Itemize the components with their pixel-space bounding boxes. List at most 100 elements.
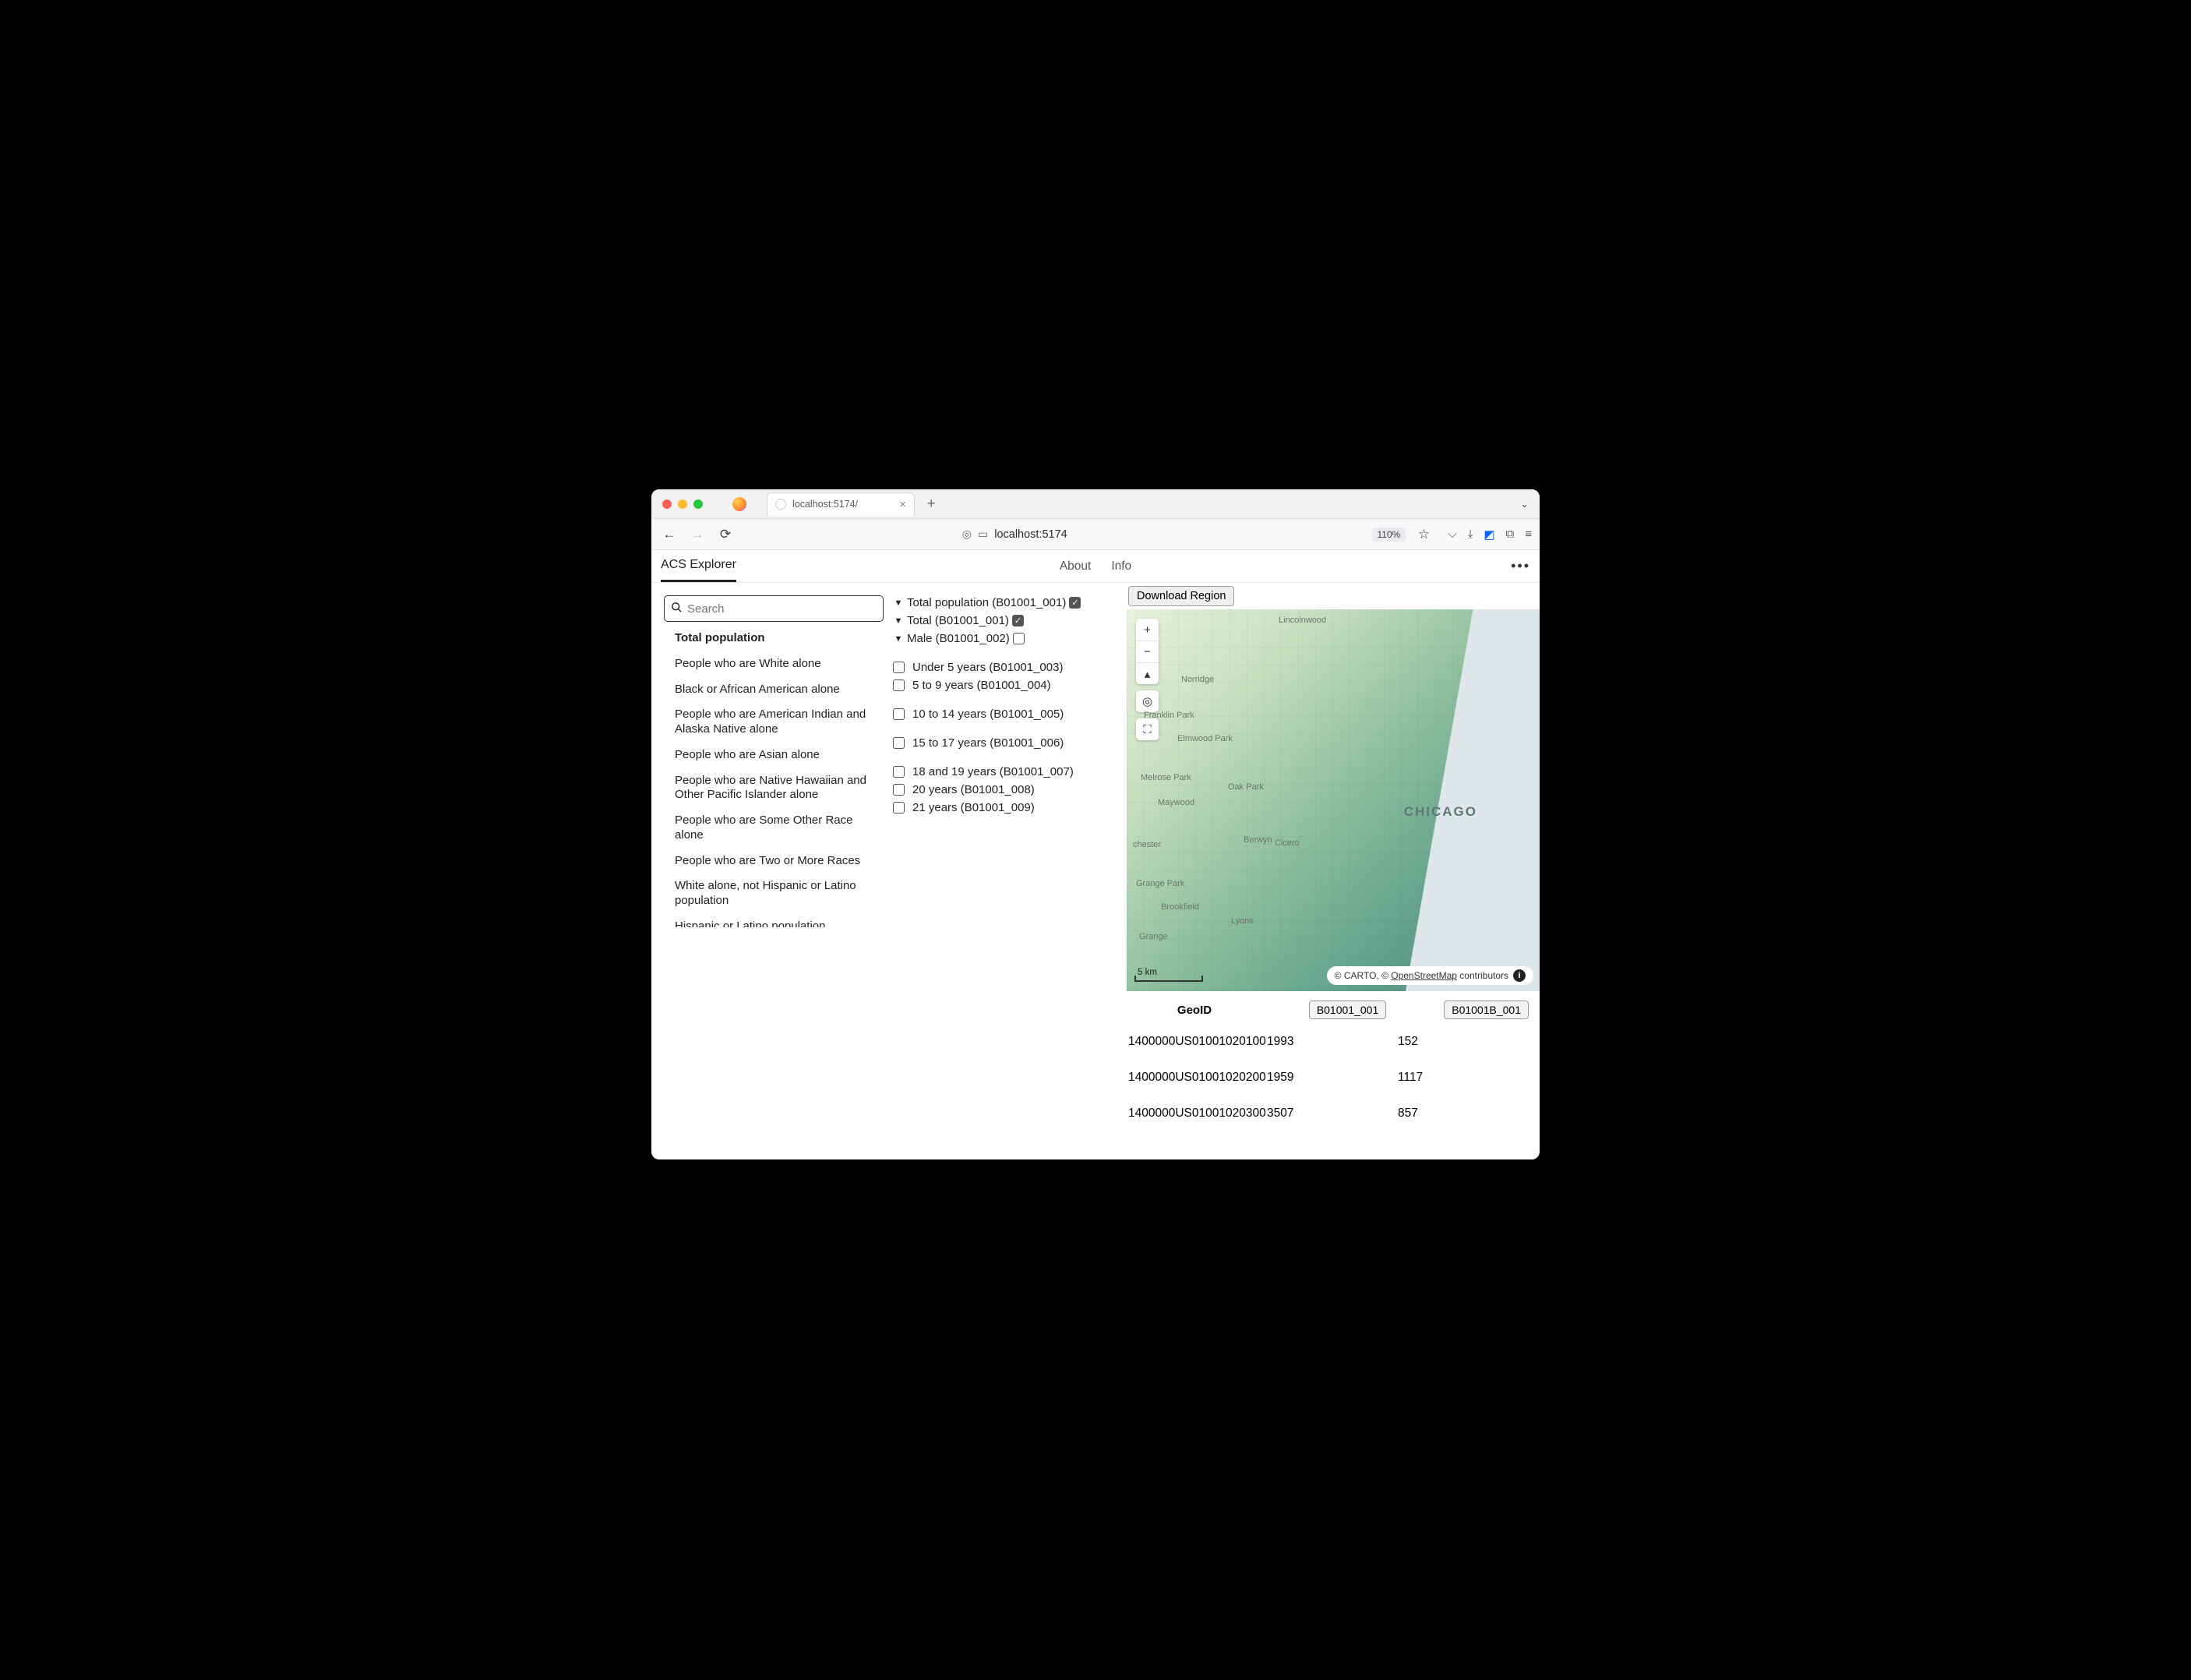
firefox-icon xyxy=(732,497,746,511)
traffic-lights xyxy=(662,499,703,509)
fullscreen-window-button[interactable] xyxy=(693,499,703,509)
category-item[interactable]: People who are White alone xyxy=(675,657,884,672)
data-table: GeoID B01001_001 B01001B_001 1400000US01… xyxy=(1127,991,1540,1131)
url-bar: ← → ⟳ ◎ ▭ localhost:5174 110% ☆ ⌵ ⤓ ◩ ⧉ … xyxy=(651,519,1540,550)
collapse-icon[interactable]: ▼ xyxy=(893,634,904,644)
tree-checkbox[interactable]: ✓ xyxy=(1012,615,1024,626)
tree-leaf[interactable]: 15 to 17 years (B01001_006) xyxy=(893,734,1127,752)
category-item[interactable]: Total population xyxy=(675,631,884,646)
tree-leaf[interactable]: 21 years (B01001_009) xyxy=(893,799,1127,817)
tree-leaf-label: 5 to 9 years (B01001_004) xyxy=(912,679,1051,692)
new-tab-button[interactable]: + xyxy=(921,496,942,512)
tree-node[interactable]: ▼ Total population (B01001_001) ✓ xyxy=(893,594,1127,612)
collapse-icon[interactable]: ▼ xyxy=(893,616,904,626)
tree-checkbox[interactable] xyxy=(893,802,905,814)
category-item[interactable]: White alone, not Hispanic or Latino popu… xyxy=(675,879,884,909)
table-column-button[interactable]: B01001_001 xyxy=(1309,1001,1386,1019)
category-list: Total population People who are White al… xyxy=(664,631,884,927)
map-label: Berwyn xyxy=(1244,835,1272,845)
map-locate-control: ◎ xyxy=(1136,690,1159,712)
close-tab-icon[interactable]: × xyxy=(899,498,906,511)
address-field[interactable]: ◎ ▭ localhost:5174 xyxy=(743,528,1364,541)
zoom-badge[interactable]: 110% xyxy=(1372,528,1406,542)
forward-button[interactable]: → xyxy=(687,527,707,542)
osm-link[interactable]: OpenStreetMap xyxy=(1391,970,1457,981)
map-zoom-controls: + − ▴ xyxy=(1136,619,1159,684)
tree-checkbox[interactable]: ✓ xyxy=(1069,597,1081,609)
category-item[interactable]: People who are Two or More Races xyxy=(675,854,884,869)
search-input[interactable] xyxy=(687,602,877,616)
pocket-icon[interactable]: ⌵ xyxy=(1448,528,1456,541)
tree-node[interactable]: ▼ Total (B01001_001) ✓ xyxy=(893,612,1127,630)
downloads-icon[interactable]: ⤓ xyxy=(1468,528,1473,541)
app-menu-kebab-icon[interactable]: ••• xyxy=(1511,558,1530,574)
browser-window: localhost:5174/ × + ⌄ ← → ⟳ ◎ ▭ localhos… xyxy=(651,489,1540,1159)
bookmark-star-icon[interactable]: ☆ xyxy=(1413,527,1434,542)
category-item[interactable]: People who are Asian alone xyxy=(675,748,884,763)
zoom-out-button[interactable]: − xyxy=(1136,641,1159,662)
cell-value: 152 xyxy=(1398,1035,1535,1049)
tree-checkbox[interactable] xyxy=(893,766,905,778)
category-item[interactable]: People who are Native Hawaiian and Other… xyxy=(675,774,884,803)
url-text: localhost:5174 xyxy=(994,528,1067,541)
zoom-in-button[interactable]: + xyxy=(1136,619,1159,641)
tree-leaf[interactable]: 10 to 14 years (B01001_005) xyxy=(893,705,1127,723)
tree-checkbox[interactable] xyxy=(893,708,905,720)
app-body: Total population People who are White al… xyxy=(651,583,1540,1159)
download-region-button[interactable]: Download Region xyxy=(1128,586,1234,606)
map-label: Norridge xyxy=(1181,675,1214,684)
map-label: Grange Park xyxy=(1136,879,1184,888)
app-brand[interactable]: ACS Explorer xyxy=(661,558,736,582)
reload-button[interactable]: ⟳ xyxy=(715,527,736,542)
tabs-dropdown-icon[interactable]: ⌄ xyxy=(1520,498,1529,510)
map-label: Lyons xyxy=(1231,916,1254,926)
tree-checkbox[interactable] xyxy=(893,679,905,691)
collapse-icon[interactable]: ▼ xyxy=(893,598,904,608)
app-header: ACS Explorer About Info ••• xyxy=(651,550,1540,583)
back-button[interactable]: ← xyxy=(659,527,679,542)
map-canvas[interactable]: + − ▴ ◎ ⛶ CHICAGO Lincolnwood Norridge xyxy=(1127,609,1540,991)
tree-node-label: Total population (B01001_001) xyxy=(907,596,1066,609)
tree-checkbox[interactable] xyxy=(893,737,905,749)
tree-checkbox[interactable] xyxy=(893,662,905,673)
info-icon[interactable]: i xyxy=(1513,969,1526,982)
map-attribution: © CARTO, © OpenStreetMap contributors i xyxy=(1327,966,1533,985)
extension-icon[interactable]: ◩ xyxy=(1484,528,1494,542)
tree-checkbox[interactable] xyxy=(1013,633,1025,644)
fullscreen-button[interactable]: ⛶ xyxy=(1136,718,1159,740)
reset-bearing-button[interactable]: ▴ xyxy=(1136,662,1159,684)
favicon-icon xyxy=(775,499,786,510)
locate-button[interactable]: ◎ xyxy=(1136,690,1159,712)
map-label: Cicero xyxy=(1275,838,1300,848)
tree-node[interactable]: ▼ Male (B01001_002) xyxy=(893,630,1127,648)
nav-info[interactable]: Info xyxy=(1111,559,1131,574)
category-item[interactable]: Hispanic or Latino population xyxy=(675,919,884,927)
map-label: Oak Park xyxy=(1228,782,1264,792)
tree-leaf-label: 18 and 19 years (B01001_007) xyxy=(912,765,1074,778)
category-item[interactable]: People who are Some Other Race alone xyxy=(675,814,884,843)
tree-checkbox[interactable] xyxy=(893,784,905,796)
tree-leaf[interactable]: Under 5 years (B01001_003) xyxy=(893,658,1127,676)
extensions-icon[interactable]: ⧉ xyxy=(1506,528,1515,541)
tree-leaf[interactable]: 5 to 9 years (B01001_004) xyxy=(893,676,1127,694)
minimize-window-button[interactable] xyxy=(678,499,687,509)
search-box[interactable] xyxy=(664,595,884,622)
table-header-geo: GeoID xyxy=(1128,1004,1261,1017)
category-item[interactable]: People who are American Indian and Alask… xyxy=(675,708,884,737)
table-column-button[interactable]: B01001B_001 xyxy=(1444,1001,1529,1019)
sidebar: Total population People who are White al… xyxy=(651,583,893,1159)
tree-leaf[interactable]: 20 years (B01001_008) xyxy=(893,781,1127,799)
page-info-icon: ▭ xyxy=(978,528,988,541)
close-window-button[interactable] xyxy=(662,499,672,509)
map-label: Grange xyxy=(1139,932,1168,941)
nav-about[interactable]: About xyxy=(1060,559,1092,574)
tree-leaf[interactable]: 18 and 19 years (B01001_007) xyxy=(893,763,1127,781)
cell-value: 857 xyxy=(1398,1106,1535,1121)
category-item[interactable]: Black or African American alone xyxy=(675,683,884,697)
tree-leaf-label: 20 years (B01001_008) xyxy=(912,783,1035,796)
map-label: Lincolnwood xyxy=(1279,616,1326,625)
top-nav: About Info xyxy=(1060,559,1131,574)
browser-tab[interactable]: localhost:5174/ × xyxy=(767,492,915,516)
hamburger-menu-icon[interactable]: ≡ xyxy=(1525,528,1532,541)
cell-value: 1959 xyxy=(1267,1071,1398,1085)
